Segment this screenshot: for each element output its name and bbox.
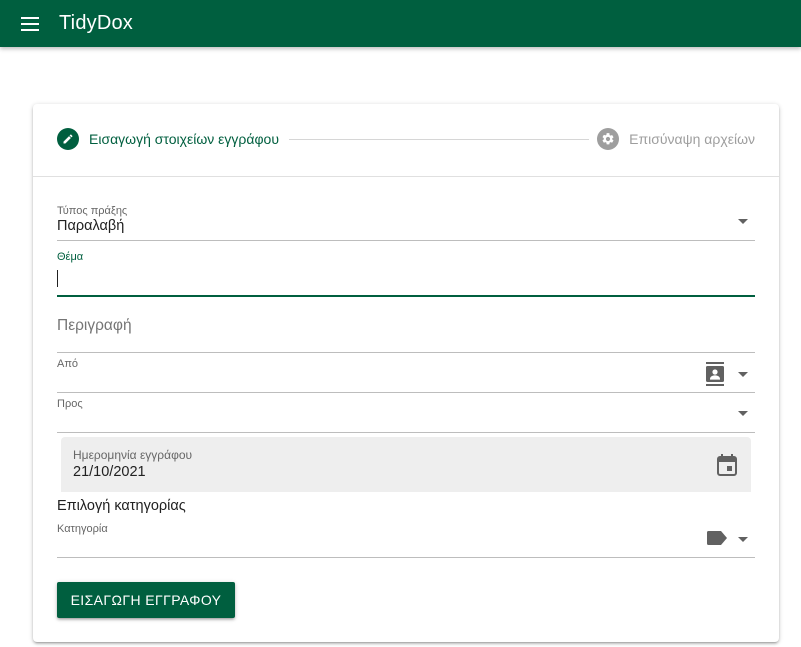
to-label: Προς (57, 398, 83, 410)
chevron-down-icon[interactable] (738, 219, 748, 224)
to-select[interactable]: Προς (57, 398, 755, 433)
text-cursor (57, 270, 58, 287)
document-date-value: 21/10/2021 (73, 464, 146, 480)
app-bar: TidyDox (0, 0, 801, 47)
stepper: Εισαγωγή στοιχείων εγγράφου Επισύναψη αρ… (33, 104, 779, 177)
field-underline (57, 557, 755, 558)
step-label: Εισαγωγή στοιχείων εγγράφου (89, 131, 279, 147)
hamburger-menu-icon[interactable] (18, 12, 42, 36)
field-underline-focused (57, 295, 755, 297)
category-section-heading: Επιλογή κατηγορίας (57, 498, 186, 514)
step-attach-files[interactable]: Επισύναψη αρχείων (597, 128, 755, 150)
field-underline (57, 240, 755, 241)
transaction-type-select[interactable]: Τύπος πράξης Παραλαβή (57, 205, 755, 241)
from-label: Από (57, 358, 79, 370)
description-placeholder: Περιγραφή (57, 317, 132, 334)
description-input[interactable]: Περιγραφή (57, 315, 755, 353)
field-underline (57, 432, 755, 433)
document-form-card: Εισαγωγή στοιχείων εγγράφου Επισύναψη αρ… (33, 104, 779, 642)
contact-card-icon[interactable] (705, 362, 725, 386)
label-tag-icon (707, 531, 727, 545)
category-label: Κατηγορία (57, 523, 108, 535)
chevron-down-icon[interactable] (738, 411, 748, 416)
from-select[interactable]: Από (57, 358, 755, 393)
document-date-field[interactable]: Ημερομηνία εγγράφου 21/10/2021 (61, 437, 751, 492)
chevron-down-icon[interactable] (738, 537, 748, 542)
transaction-type-value: Παραλαβή (57, 218, 125, 234)
field-underline (57, 352, 755, 353)
step-document-details[interactable]: Εισαγωγή στοιχείων εγγράφου (57, 128, 279, 150)
gear-icon (597, 128, 620, 150)
transaction-type-label: Τύπος πράξης (57, 205, 128, 217)
submit-document-button[interactable]: ΕΙΣΑΓΩΓΗ ΕΓΓΡΑΦΟΥ (57, 582, 235, 618)
step-label: Επισύναψη αρχείων (629, 131, 755, 147)
chevron-down-icon[interactable] (738, 372, 748, 377)
subject-label: Θέμα (57, 251, 84, 263)
subject-input[interactable]: Θέμα (57, 251, 755, 297)
pencil-icon (57, 128, 79, 150)
calendar-icon[interactable] (717, 454, 737, 476)
step-connector (289, 139, 589, 140)
field-underline (57, 392, 755, 393)
category-select[interactable]: Κατηγορία (57, 523, 755, 558)
document-date-label: Ημερομηνία εγγράφου (73, 448, 193, 462)
app-title: TidyDox (59, 12, 134, 34)
